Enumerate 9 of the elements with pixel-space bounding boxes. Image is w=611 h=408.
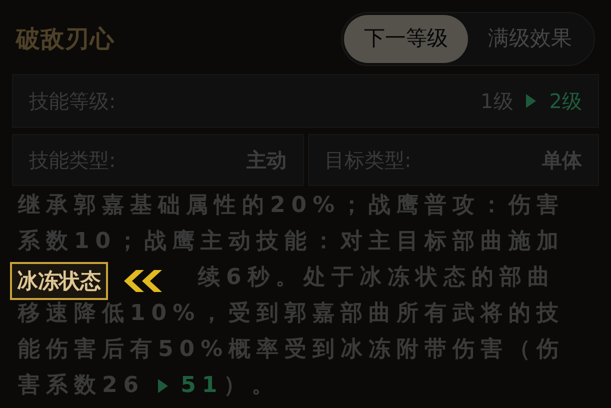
next-level: 2级 — [549, 88, 582, 114]
tab[interactable]: 满级效果 — [468, 15, 592, 62]
status-tag[interactable]: 冰冻状态 — [10, 262, 108, 300]
arrow-icon — [156, 378, 169, 394]
skill-title: 破敌刃心 — [16, 24, 114, 55]
description-text: ）。 — [223, 372, 280, 400]
tab[interactable]: 下一等级 — [344, 15, 468, 62]
arrow-icon — [525, 92, 538, 108]
upgraded-value: 51 — [180, 372, 224, 400]
